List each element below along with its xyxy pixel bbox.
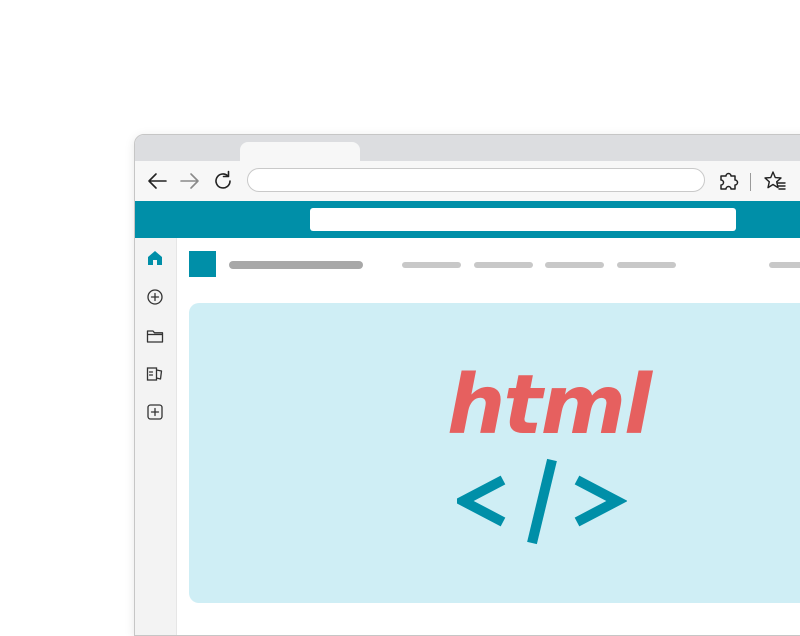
site-title-placeholder: [229, 261, 363, 269]
refresh-button[interactable]: [209, 167, 237, 195]
code-brackets-icon: [457, 458, 627, 545]
nav-item-placeholder[interactable]: [474, 262, 533, 268]
extensions-button[interactable]: [715, 167, 743, 195]
sidebar-item-folder[interactable]: [143, 324, 167, 348]
nav-item-placeholder[interactable]: [545, 262, 604, 268]
site-logo[interactable]: [189, 251, 216, 277]
toolbar-separator: [750, 173, 751, 191]
nav-item-placeholder[interactable]: [769, 262, 800, 268]
collections-icon: [146, 367, 163, 381]
site-search-input[interactable]: [310, 208, 736, 231]
favorites-button[interactable]: [760, 167, 788, 195]
site-header-bar: [135, 201, 800, 238]
hero-banner: html: [189, 303, 800, 603]
sidebar-item-collections[interactable]: [143, 362, 167, 386]
add-circle-icon: [147, 289, 163, 305]
refresh-icon: [215, 170, 231, 189]
add-square-icon: [147, 404, 163, 420]
address-bar[interactable]: [247, 168, 705, 192]
browser-toolbar: [135, 161, 800, 201]
folder-icon: [146, 330, 164, 343]
hero-title: html: [447, 358, 652, 453]
favorites-icon: [764, 171, 786, 190]
extensions-icon: [720, 172, 739, 190]
page-content: html: [177, 238, 800, 635]
tab-strip: [135, 135, 800, 164]
sidebar: [135, 238, 177, 635]
sidebar-item-add[interactable]: [143, 285, 167, 309]
forward-arrow-icon: [180, 173, 199, 189]
forward-button[interactable]: [176, 167, 204, 195]
back-button[interactable]: [143, 167, 171, 195]
sidebar-item-new[interactable]: [143, 400, 167, 424]
back-arrow-icon: [148, 173, 167, 189]
home-icon: [148, 251, 162, 265]
nav-item-placeholder[interactable]: [402, 262, 461, 268]
sidebar-item-home[interactable]: [143, 246, 167, 270]
browser-window: html: [134, 134, 800, 636]
nav-item-placeholder[interactable]: [617, 262, 676, 268]
